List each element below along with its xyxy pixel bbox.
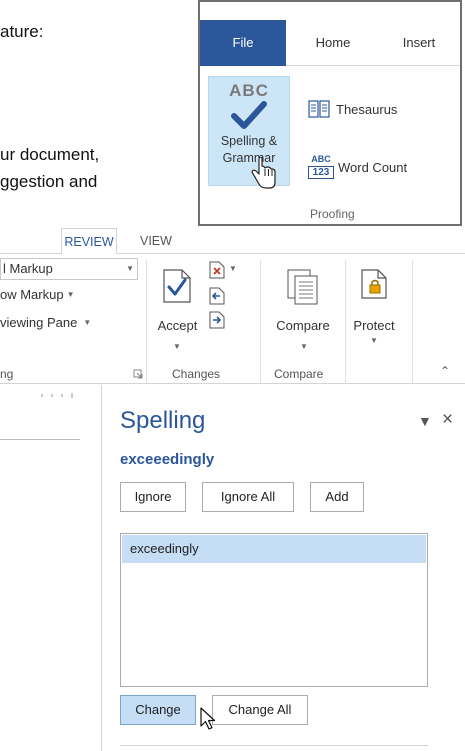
list-item[interactable]: exceedingly	[122, 535, 426, 563]
ribbon-separator	[146, 260, 147, 384]
ribbon-separator	[412, 260, 413, 384]
thesaurus-button[interactable]: Thesaurus	[308, 97, 397, 121]
chevron-down-icon: ▼	[126, 264, 134, 273]
tab-file[interactable]: File	[200, 20, 286, 66]
add-button[interactable]: Add	[310, 482, 364, 512]
reject-icon[interactable]	[208, 260, 226, 280]
ruler-ticks	[41, 393, 73, 398]
pane-divider	[120, 745, 428, 746]
proofing-group-label: Proofing	[310, 207, 355, 221]
close-icon[interactable]: ×	[442, 409, 453, 431]
ribbon-tab-bar: REVIEW VIEW	[0, 228, 465, 255]
chevron-down-icon: ▼	[66, 290, 75, 299]
previous-change-icon[interactable]	[208, 286, 226, 306]
word-count-button[interactable]: ABC 123 Word Count	[308, 152, 407, 182]
abc-icon-text: ABC	[229, 81, 269, 100]
chevron-down-icon: ▼	[83, 318, 92, 327]
chevron-down-icon: ▼	[300, 342, 308, 351]
chevron-down-icon: ▼	[229, 264, 237, 273]
ribbon-review: l Markup ▼ ow Markup ▼ viewing Pane ▼ ng A…	[0, 254, 465, 384]
hand-cursor-icon	[251, 157, 276, 189]
pane-options-icon[interactable]: ▼	[418, 413, 432, 429]
changes-group-label: Changes	[172, 367, 221, 381]
next-change-icon[interactable]	[208, 310, 226, 330]
ignore-button[interactable]: Ignore	[120, 482, 186, 512]
spelling-grammar-button[interactable]: ABC Spelling & Grammar	[208, 76, 290, 189]
spelling-grammar-label: Spelling & Grammar	[220, 134, 278, 165]
doc-text-line: ature:	[0, 22, 44, 41]
word-count-label: Word Count	[338, 159, 408, 175]
change-button[interactable]: Change	[120, 695, 196, 725]
suggestions-list[interactable]: exceedingly	[120, 533, 428, 687]
show-markup-button[interactable]: ow Markup ▼	[0, 287, 75, 302]
tab-insert[interactable]: Insert	[378, 20, 460, 66]
change-all-button[interactable]: Change All	[212, 695, 308, 725]
book-icon	[308, 100, 330, 118]
checkmark-icon	[231, 101, 267, 129]
pane-title: Spelling	[120, 407, 206, 434]
mouse-pointer-icon	[200, 707, 216, 730]
collapse-ribbon-icon[interactable]: ⌃	[440, 364, 450, 378]
ribbon-separator	[260, 260, 261, 384]
spelling-pane: Spelling ▼ × exceeedingly Ignore Ignore …	[101, 385, 465, 751]
display-for-review-dropdown[interactable]: l Markup ▼	[0, 258, 138, 280]
misspelled-word: exceeedingly	[120, 451, 215, 468]
tracking-group-label: ng	[0, 367, 14, 381]
ignore-all-button[interactable]: Ignore All	[202, 482, 294, 512]
ruler	[0, 390, 80, 440]
doc-text-line: ur document,	[0, 145, 100, 164]
reviewing-pane-button[interactable]: viewing Pane ▼	[0, 315, 91, 330]
tab-home[interactable]: Home	[288, 20, 378, 66]
accept-doc-icon	[163, 269, 191, 303]
chevron-down-icon: ▼	[173, 342, 181, 351]
lock-document-icon	[361, 269, 387, 299]
doc-text-line: ggestion and	[0, 172, 98, 191]
thesaurus-label: Thesaurus	[336, 101, 398, 117]
tab-review[interactable]: REVIEW	[61, 228, 117, 255]
chevron-down-icon: ▼	[370, 336, 378, 345]
inset-tab-bar: File Home Insert	[200, 20, 460, 66]
compare-group-label: Compare	[274, 367, 324, 381]
compare-icon	[287, 269, 318, 305]
proofing-inset: File Home Insert ABC Spelling & Grammar …	[198, 0, 462, 226]
word-count-icon: ABC 123	[308, 154, 334, 180]
dialog-launcher-icon[interactable]	[133, 369, 143, 379]
tab-view[interactable]: VIEW	[140, 228, 172, 255]
